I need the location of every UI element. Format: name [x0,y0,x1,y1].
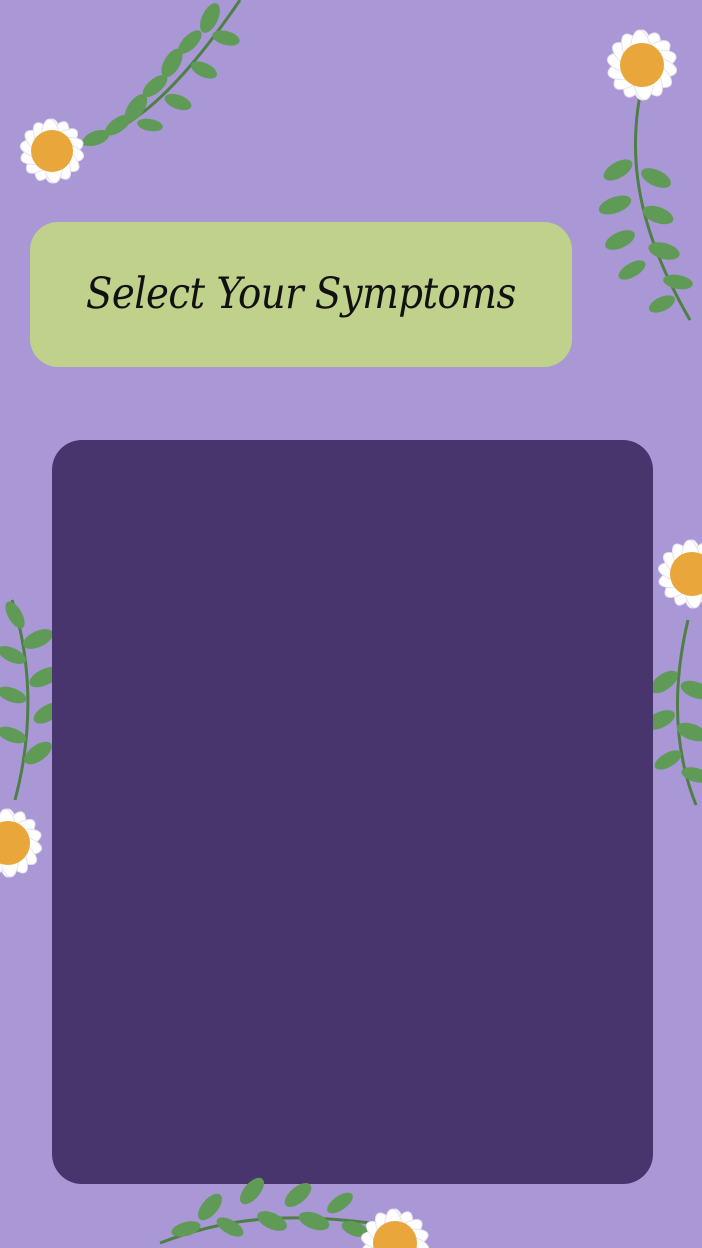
daisy-vine-top-right-icon [598,29,693,321]
page-title: Select Your Symptoms [86,269,516,319]
symptom-list-panel [52,440,653,1184]
daisy-vine-bottom-icon [159,1177,430,1248]
symptom-selection-screen: Select Your Symptoms [0,0,702,1248]
title-card: Select Your Symptoms [30,222,572,367]
daisy-vine-top-left-icon [19,0,242,184]
